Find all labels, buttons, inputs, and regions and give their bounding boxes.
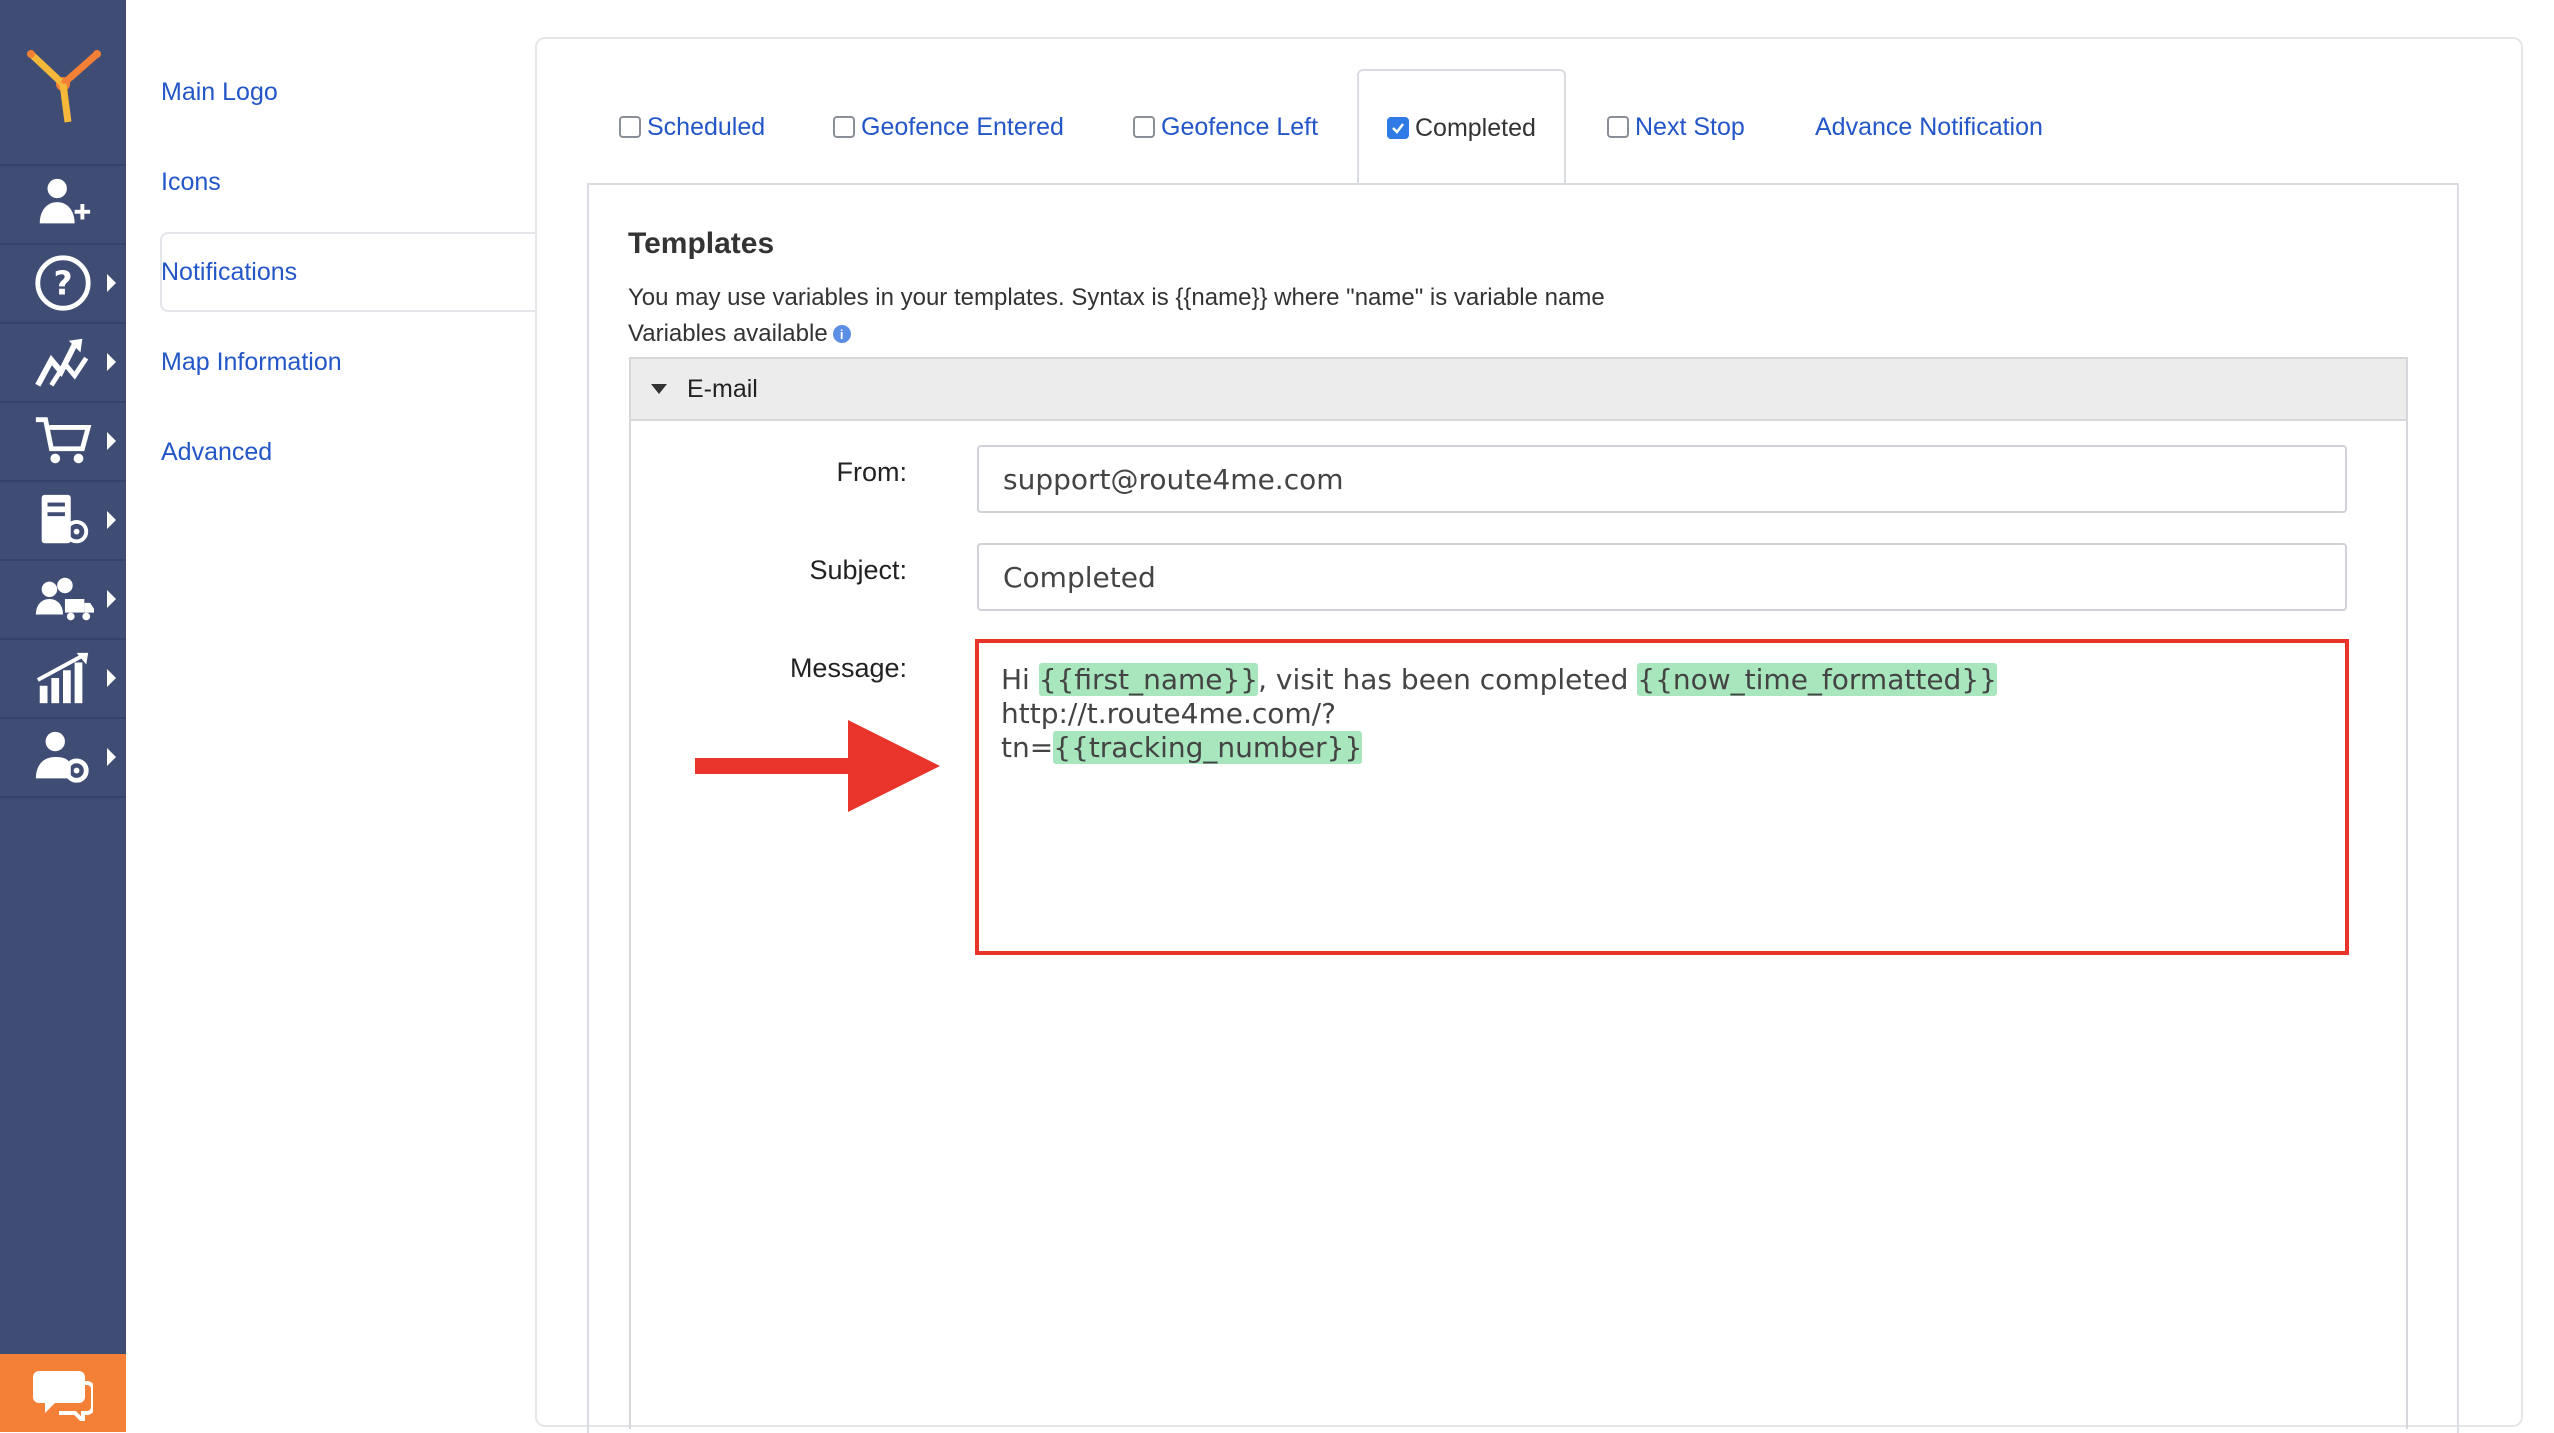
team-icon[interactable] — [0, 559, 126, 637]
email-section-body: From: support@route4me.com Subject: Comp… — [629, 419, 2408, 1429]
cart-icon[interactable] — [0, 401, 126, 479]
subject-label: Subject: — [809, 555, 907, 585]
settings-sidebar: Main Logo Icons Notifications Map Inform… — [126, 0, 536, 1432]
help-icon[interactable]: ? — [0, 243, 126, 321]
tab-completed[interactable]: Completed — [1357, 69, 1566, 185]
sidebar-item-notifications[interactable]: Notifications — [161, 258, 297, 287]
variable-token: {{now_time_formatted}} — [1637, 663, 1997, 696]
annotation-arrow-icon — [695, 720, 940, 812]
message-text: tn= — [1001, 731, 1054, 764]
routes-icon[interactable] — [0, 322, 126, 400]
sidebar-item-advanced[interactable]: Advanced — [161, 438, 272, 467]
logo-icon[interactable] — [0, 0, 126, 164]
rail-divider — [0, 796, 126, 798]
next-stop-checkbox[interactable] — [1607, 116, 1629, 138]
sidebar-item-icons[interactable]: Icons — [161, 168, 221, 197]
tab-geofence-left[interactable]: Geofence Left — [1133, 69, 1318, 185]
tab-label: Next Stop — [1635, 112, 1745, 141]
completed-checkbox[interactable] — [1387, 117, 1409, 139]
message-text: Hi — [1001, 663, 1039, 696]
tab-next-stop[interactable]: Next Stop — [1607, 69, 1745, 185]
chevron-right-icon — [107, 590, 116, 608]
main-icon-rail: ? — [0, 0, 126, 1432]
chevron-right-icon — [107, 748, 116, 766]
sidebar-item-main-logo[interactable]: Main Logo — [161, 78, 278, 107]
email-section-label: E-mail — [687, 374, 758, 403]
message-label: Message: — [789, 653, 907, 683]
tab-label: Scheduled — [647, 112, 766, 141]
subject-field[interactable]: Completed — [977, 543, 2347, 611]
caret-down-icon — [651, 384, 667, 394]
tab-advance-notification[interactable]: Advance Notification — [1815, 69, 2043, 185]
route-planner-icon[interactable] — [0, 480, 126, 558]
tab-label: Completed — [1415, 113, 1536, 142]
variable-token: {{tracking_number}} — [1053, 731, 1363, 764]
message-text: http://t.route4me.com/? — [1001, 697, 1336, 730]
chevron-right-icon — [107, 274, 116, 292]
tab-geofence-entered[interactable]: Geofence Entered — [833, 69, 1064, 185]
from-label: From: — [836, 457, 908, 487]
scheduled-checkbox[interactable] — [619, 116, 641, 138]
chevron-right-icon — [107, 353, 116, 371]
svg-text:?: ? — [53, 264, 72, 303]
email-section-header[interactable]: E-mail — [629, 357, 2408, 421]
tab-label: Geofence Entered — [861, 112, 1064, 141]
message-text: , visit has been completed — [1258, 663, 1638, 696]
geofence-left-checkbox[interactable] — [1133, 116, 1155, 138]
user-settings-icon[interactable] — [0, 717, 126, 795]
add-user-icon[interactable] — [0, 164, 126, 242]
templates-heading: Templates — [628, 227, 775, 260]
chevron-right-icon — [107, 669, 116, 687]
sidebar-item-map-information[interactable]: Map Information — [161, 348, 342, 377]
tab-label: Advance Notification — [1815, 112, 2043, 141]
chevron-right-icon — [107, 511, 116, 529]
chevron-right-icon — [107, 432, 116, 450]
tab-scheduled[interactable]: Scheduled — [619, 69, 765, 185]
from-field[interactable]: support@route4me.com — [977, 445, 2347, 513]
templates-description: You may use variables in your templates.… — [628, 284, 1605, 311]
checkmark-icon — [1392, 123, 1404, 134]
geofence-entered-checkbox[interactable] — [833, 116, 855, 138]
email-accordion: E-mail From: support@route4me.com Subjec… — [629, 321, 2408, 1429]
variable-token: {{first_name}} — [1038, 663, 1259, 696]
message-textarea[interactable]: Hi {{first_name}}, visit has been comple… — [975, 639, 2349, 955]
analytics-icon[interactable] — [0, 638, 126, 716]
chat-icon[interactable] — [0, 1354, 126, 1432]
notification-tabs: Scheduled Geofence Entered Geofence Left… — [537, 69, 2521, 185]
tab-label: Geofence Left — [1161, 112, 1319, 141]
